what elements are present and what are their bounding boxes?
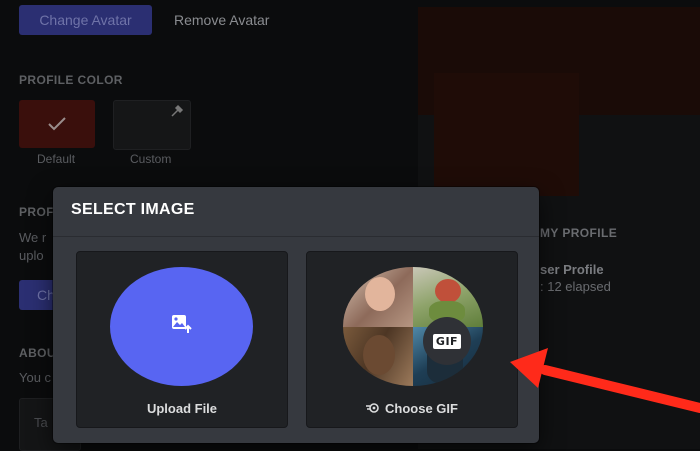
change-avatar-button[interactable]: Change Avatar <box>19 5 152 35</box>
about-me-placeholder: Ta <box>34 415 48 430</box>
gif-badge: GIF <box>423 317 471 365</box>
gif-thumb-1 <box>343 267 413 327</box>
about-me-hint: You c <box>19 370 52 385</box>
about-me-label: ABOU <box>19 346 56 360</box>
choose-gif-label: Choose GIF <box>385 401 458 416</box>
swatch-default-caption: Default <box>37 152 76 166</box>
upload-file-label-row: Upload File <box>77 401 287 416</box>
image-upload-icon <box>171 314 193 339</box>
preview-elapsed: : 12 elapsed <box>540 279 611 294</box>
upload-file-label: Upload File <box>146 401 218 416</box>
upload-file-option[interactable]: Upload File <box>76 251 288 428</box>
profile-color-label: PROFILE COLOR <box>19 73 123 87</box>
avatar-preview <box>434 73 579 196</box>
remove-avatar-button[interactable]: Remove Avatar <box>160 5 283 35</box>
modal-title: SELECT IMAGE <box>71 201 195 218</box>
gif-badge-text: GIF <box>432 333 462 349</box>
upload-circle <box>110 267 253 386</box>
choose-gif-label-row: Choose GIF <box>307 401 517 416</box>
check-icon <box>19 100 95 148</box>
swatch-custom-caption: Custom <box>130 152 172 166</box>
select-image-modal: SELECT IMAGE Upload File GIF Choose GIF <box>53 187 539 443</box>
profile-text-line-1: We r <box>19 230 47 245</box>
gif-thumb-3 <box>343 326 413 386</box>
preview-profile-title: ser Profile <box>540 262 604 277</box>
choose-gif-option[interactable]: GIF Choose GIF <box>306 251 518 428</box>
gif-preview-collage: GIF <box>343 267 483 386</box>
modal-divider <box>53 236 539 237</box>
preview-section-label: MY PROFILE <box>540 226 618 240</box>
red-arrow-annotation <box>510 348 700 413</box>
profile-section-label: PROF <box>19 205 54 219</box>
gif-search-icon <box>366 401 380 416</box>
profile-text-line-2: uplo <box>19 248 44 263</box>
preview-profile-title-text: ser Profile <box>540 262 604 277</box>
eyedropper-icon <box>170 104 184 118</box>
